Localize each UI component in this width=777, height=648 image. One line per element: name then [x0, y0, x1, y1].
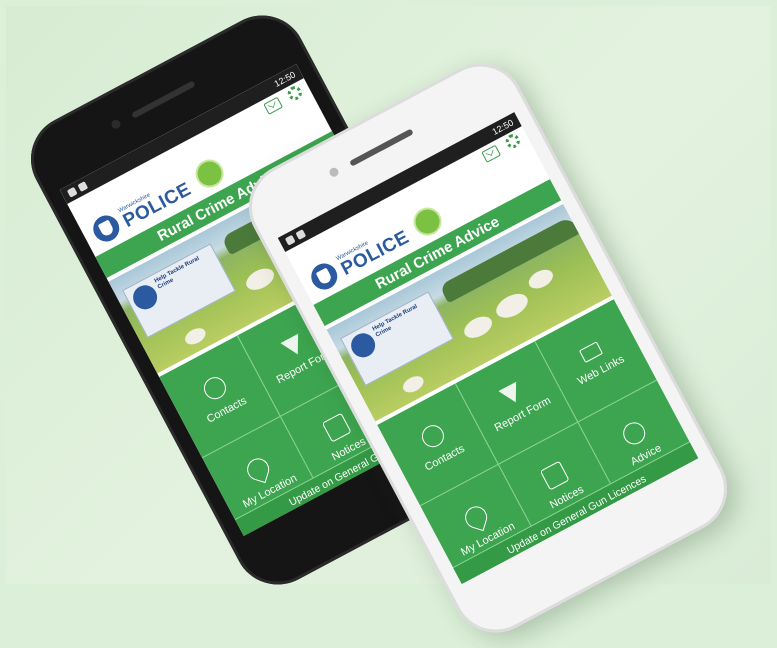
sheep: [460, 312, 496, 343]
contacts-icon: [417, 420, 448, 451]
earpiece: [131, 80, 196, 119]
sheep: [400, 372, 427, 396]
info-icon: [619, 417, 650, 448]
gear-icon[interactable]: [503, 131, 523, 151]
contacts-icon: [199, 372, 230, 403]
mail-icon[interactable]: [481, 144, 502, 163]
report-form-icon: [280, 333, 307, 359]
notification-icon: [77, 181, 89, 192]
rural-badge-icon: [408, 202, 447, 241]
location-pin-icon: [462, 503, 490, 531]
front-camera: [109, 118, 123, 131]
menu-label: Report Form: [492, 394, 553, 434]
notification-icon: [66, 186, 78, 198]
rural-badge-icon: [190, 154, 229, 193]
calendar-icon: [322, 412, 352, 442]
mail-icon[interactable]: [263, 96, 284, 115]
web-links-icon: [578, 340, 604, 363]
notification-icon: [284, 234, 296, 246]
police-crest-icon: [88, 210, 124, 247]
sheep: [182, 324, 209, 348]
sign-text: Help Tackle Rural Crime: [371, 303, 419, 339]
notification-icon: [295, 229, 307, 240]
earpiece: [349, 128, 414, 167]
sheep: [242, 264, 278, 295]
sign-text: Help Tackle Rural Crime: [153, 255, 201, 291]
calendar-icon: [540, 460, 570, 490]
gear-icon[interactable]: [285, 83, 305, 103]
sheep: [525, 265, 557, 293]
front-camera: [327, 166, 341, 179]
location-pin-icon: [244, 455, 272, 483]
report-form-icon: [498, 381, 525, 407]
sheep: [492, 288, 532, 323]
police-crest-icon: [306, 258, 342, 295]
